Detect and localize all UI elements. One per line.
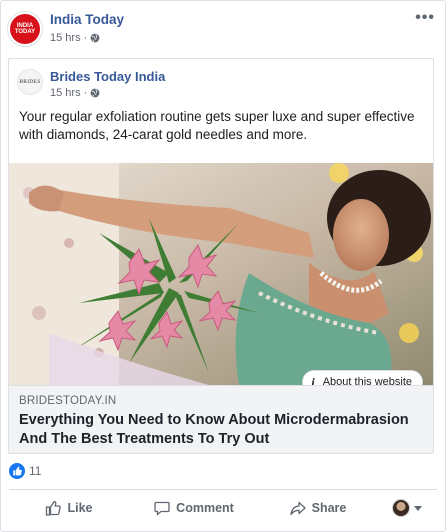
comment-icon: [154, 501, 170, 516]
like-button[interactable]: Like: [9, 493, 129, 523]
bride-with-lilies-photo: [9, 163, 433, 385]
thumbs-up-icon: [9, 463, 25, 479]
more-options-button[interactable]: •••: [415, 10, 435, 26]
post-actions: Like Comment Share: [9, 491, 437, 525]
share-button[interactable]: Share: [259, 493, 377, 523]
info-icon: i: [311, 374, 315, 386]
chevron-down-icon: [414, 505, 422, 511]
post-meta: 15 hrs ·: [50, 32, 100, 44]
shared-page-avatar[interactable]: BRIDES: [17, 69, 43, 95]
link-preview-image[interactable]: i About this website: [9, 163, 433, 385]
reaction-summary[interactable]: 11: [9, 463, 41, 479]
about-website-label: About this website: [322, 376, 412, 385]
about-website-button[interactable]: i About this website: [302, 370, 423, 385]
share-label: Share: [311, 501, 347, 515]
globe-icon: [90, 33, 100, 43]
post-as-selector[interactable]: [377, 499, 437, 517]
divider: [9, 489, 437, 490]
comment-label: Comment: [176, 501, 234, 515]
page-avatar[interactable]: INDIA TODAY: [7, 11, 43, 47]
share-arrow-icon: [289, 501, 306, 516]
comment-button[interactable]: Comment: [129, 493, 259, 523]
page-name-link[interactable]: India Today: [50, 12, 124, 27]
reaction-count[interactable]: 11: [29, 464, 41, 478]
like-label: Like: [67, 501, 93, 515]
thumbs-up-outline-icon: [46, 500, 62, 516]
avatar-logo-text: INDIA TODAY: [14, 23, 36, 35]
link-headline[interactable]: Everything You Need to Know About Microd…: [19, 411, 423, 449]
globe-icon: [90, 88, 100, 98]
link-domain: BRIDESTODAY.IN: [19, 395, 117, 407]
shared-post-text: Your regular exfoliation routine gets su…: [19, 109, 415, 142]
shared-post-timestamp[interactable]: 15 hrs: [50, 87, 81, 99]
viewer-avatar: [392, 499, 410, 517]
shared-avatar-logo-text: BRIDES: [19, 79, 41, 85]
shared-page-name-link[interactable]: Brides Today India: [50, 69, 165, 84]
post-header: INDIA TODAY India Today 15 hrs · •••: [7, 9, 437, 49]
feed-post: INDIA TODAY India Today 15 hrs · ••• BRI…: [0, 0, 446, 532]
post-timestamp[interactable]: 15 hrs: [50, 32, 81, 44]
shared-post-meta: 15 hrs ·: [50, 87, 100, 99]
shared-post: BRIDES Brides Today India 15 hrs · Your …: [8, 58, 434, 454]
link-preview-info[interactable]: BRIDESTODAY.IN Everything You Need to Kn…: [9, 385, 433, 453]
